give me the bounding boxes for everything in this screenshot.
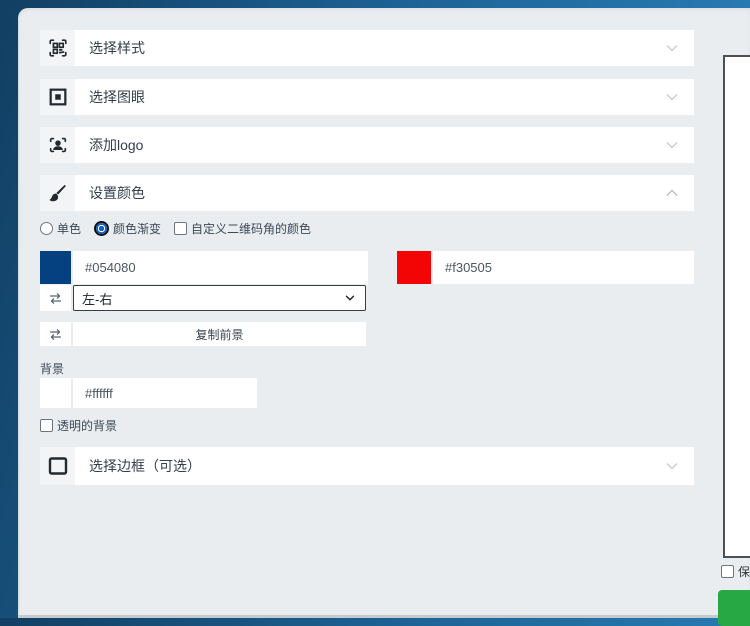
chevron-down-icon: [662, 135, 682, 155]
selected-direction: 左-右: [82, 289, 343, 308]
qr-preview-panel: [723, 55, 750, 558]
qr-generator-page: { "accordion": { "items": [ { "label": "…: [0, 0, 750, 618]
background-label: 背景: [40, 360, 64, 377]
qr-eye-icon: [40, 79, 75, 115]
paintbrush-icon: [40, 175, 75, 211]
logo-person-icon: [40, 127, 75, 163]
accordion-label: 添加logo: [89, 135, 143, 155]
foreground-end-swatch[interactable]: [397, 251, 431, 284]
accordion-choose-eye[interactable]: 选择图眼: [40, 79, 694, 115]
checkbox-transparent-background[interactable]: 透明的背景: [40, 417, 117, 434]
accordion-choose-border[interactable]: 选择边框（可选）: [40, 447, 694, 485]
chevron-down-icon: [662, 38, 682, 58]
accordion-add-logo[interactable]: 添加logo: [40, 127, 694, 163]
checkbox-icon: [174, 222, 187, 235]
save-option-row: 保: [721, 563, 750, 580]
checkbox-icon: [721, 565, 734, 578]
accordion-choose-style[interactable]: 选择样式: [40, 30, 694, 66]
gradient-direction-select[interactable]: 左-右: [73, 285, 366, 311]
checkbox-save[interactable]: 保: [721, 563, 750, 580]
accordion-label: 选择样式: [89, 38, 145, 58]
foreground-start-swatch[interactable]: [40, 251, 71, 284]
radio-label: 颜色渐变: [113, 220, 161, 237]
select-chevron-icon: [343, 291, 357, 305]
chevron-down-icon: [662, 87, 682, 107]
radio-icon: [40, 222, 53, 235]
radio-gradient-color[interactable]: 颜色渐变: [94, 220, 161, 237]
background-hex-input[interactable]: [73, 378, 257, 408]
transparent-bg-row: 透明的背景: [40, 416, 125, 434]
radio-checked-icon: [94, 221, 109, 236]
border-frame-icon: [40, 447, 75, 485]
radio-single-color[interactable]: 单色: [40, 220, 81, 237]
accordion-set-color[interactable]: 设置颜色: [40, 175, 694, 211]
generate-button[interactable]: [718, 590, 750, 626]
checkbox-custom-corner-color[interactable]: 自定义二维码角的颜色: [174, 220, 311, 237]
swap-copy-icon: [40, 322, 71, 346]
accordion-label: 选择边框（可选）: [89, 456, 201, 476]
foreground-start-hex-input[interactable]: [73, 251, 368, 284]
swap-direction-icon: [40, 285, 71, 311]
foreground-end-hex-input[interactable]: [433, 251, 694, 284]
copy-foreground-button[interactable]: 复制前景: [73, 322, 366, 346]
qr-style-icon: [40, 30, 75, 66]
radio-label: 单色: [57, 220, 81, 237]
checkbox-label: 透明的背景: [57, 417, 117, 434]
color-mode-row: 单色 颜色渐变 自定义二维码角的颜色: [40, 219, 319, 237]
accordion-label: 设置颜色: [89, 183, 145, 203]
background-swatch[interactable]: [40, 378, 71, 408]
checkbox-label: 自定义二维码角的颜色: [191, 220, 311, 237]
checkbox-icon: [40, 419, 53, 432]
accordion-label: 选择图眼: [89, 87, 145, 107]
chevron-up-icon: [662, 183, 682, 203]
checkbox-label: 保: [738, 563, 750, 580]
chevron-down-icon: [662, 456, 682, 476]
